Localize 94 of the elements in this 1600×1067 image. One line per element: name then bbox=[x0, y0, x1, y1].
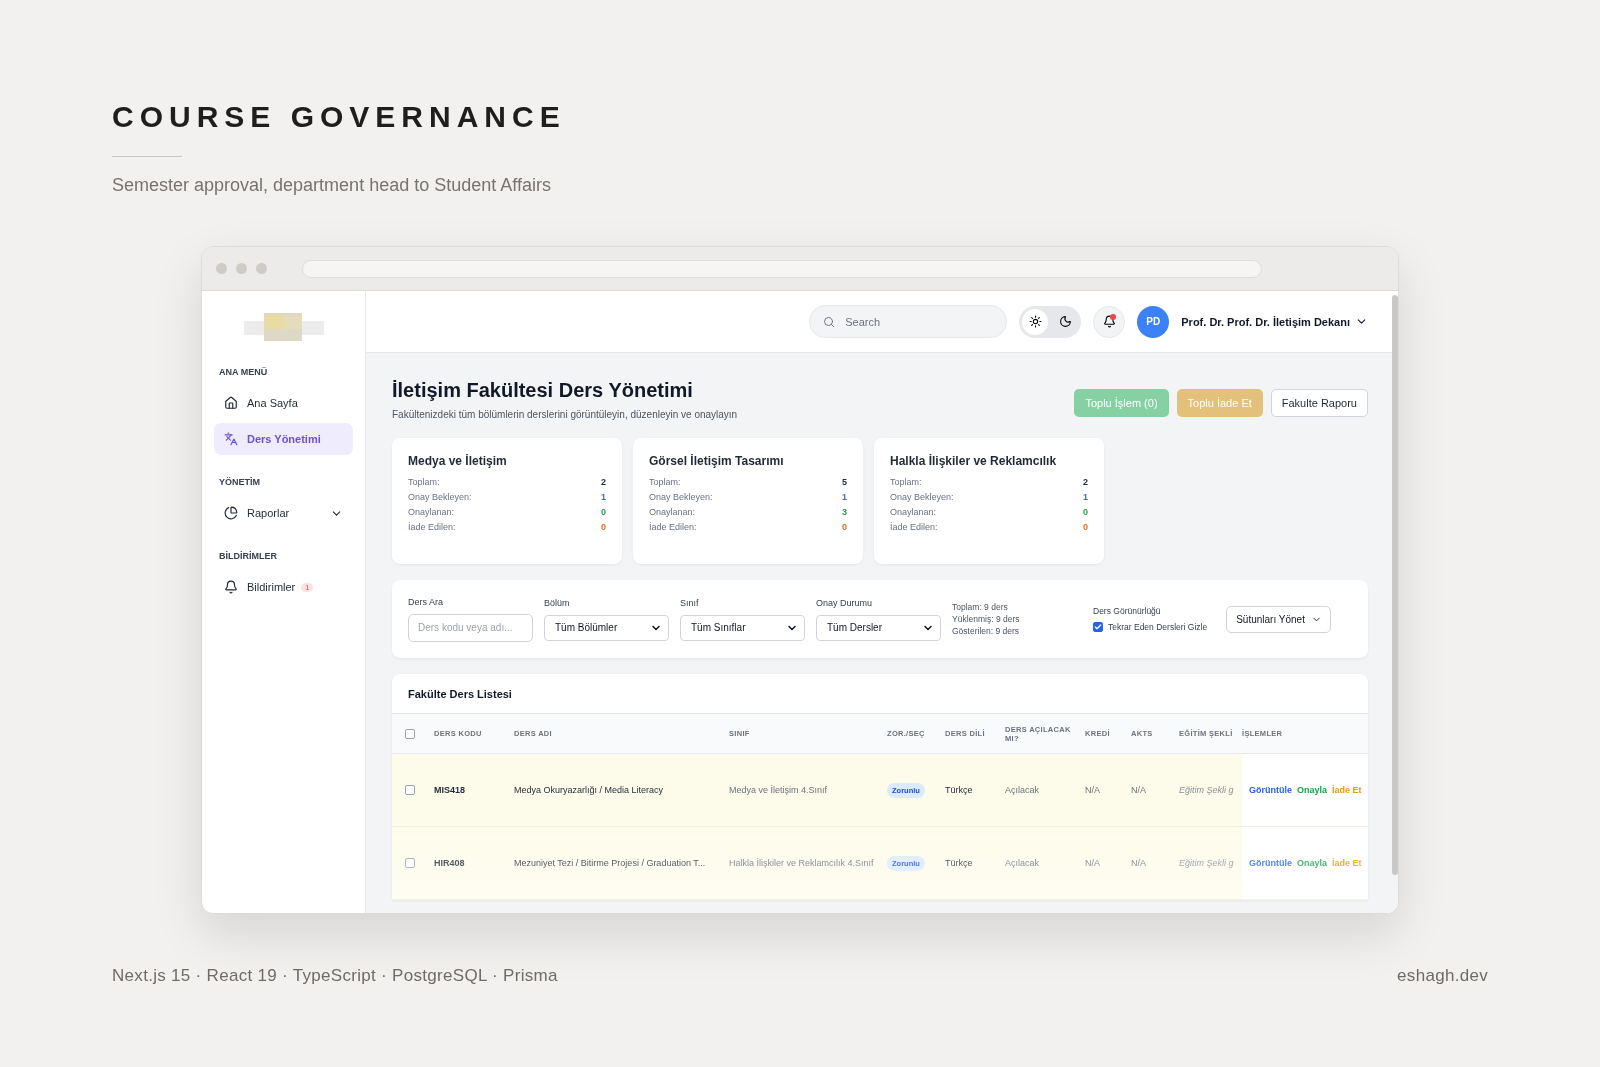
page-subtitle: Semester approval, department head to Student Affairs bbox=[112, 175, 552, 196]
stat-label: İade Edilen: bbox=[649, 522, 697, 532]
window-dot[interactable] bbox=[256, 263, 267, 274]
sidebar-item[interactable]: Raporlar bbox=[214, 497, 353, 529]
select-all-checkbox[interactable] bbox=[405, 728, 415, 739]
stat-value: 1 bbox=[601, 492, 606, 502]
count-text: Gösterilen: 9 ders bbox=[952, 626, 1021, 636]
window-dot[interactable] bbox=[236, 263, 247, 274]
table-cell-text: Açılacak bbox=[1005, 858, 1040, 868]
notification-button[interactable] bbox=[1093, 305, 1126, 338]
table-cell-text: Medya Okuryazarlığı / Media Literacy bbox=[514, 785, 665, 795]
select-field[interactable]: Tüm Bölümler bbox=[544, 614, 669, 641]
sidebar-item[interactable]: Ana Sayfa bbox=[214, 387, 353, 419]
stat-label: Onaylanan: bbox=[890, 507, 937, 517]
stat-value: 0 bbox=[601, 507, 606, 517]
table-cell-text: Medya ve İletişim 4.Sınıf bbox=[729, 785, 829, 795]
field-label: Bölüm bbox=[544, 597, 571, 608]
home-icon bbox=[224, 396, 238, 410]
table-cell-text: MIS418 bbox=[434, 785, 467, 795]
stat-value: 3 bbox=[842, 507, 847, 517]
checkbox-label: Tekrar Eden Dersleri Gizle bbox=[1108, 622, 1208, 632]
stat-value: 2 bbox=[1083, 477, 1088, 487]
search-field[interactable]: Search bbox=[809, 305, 1008, 338]
page-title: COURSE GOVERNANCE bbox=[112, 100, 567, 134]
table-cell-text: Eğitim Şekli g bbox=[1179, 785, 1235, 795]
stat-value: 1 bbox=[842, 492, 847, 502]
stat-label: Onay Bekleyen: bbox=[890, 492, 954, 502]
stat-value: 0 bbox=[601, 522, 606, 532]
bell-icon bbox=[1102, 315, 1116, 328]
table-cell-text: Türkçe bbox=[945, 858, 974, 868]
stat-label: İade Edilen: bbox=[408, 522, 456, 532]
count-text: Toplam: 9 ders bbox=[952, 602, 1009, 612]
stat-label: Onaylanan: bbox=[649, 507, 696, 517]
select-field[interactable]: Tüm Sınıflar bbox=[680, 614, 805, 641]
stat-value: 2 bbox=[601, 477, 606, 487]
table-cell-text: N/A bbox=[1085, 858, 1101, 868]
stat-value: 1 bbox=[1083, 492, 1088, 502]
stat-value: 0 bbox=[1083, 522, 1088, 532]
card-title: Medya ve İletişim bbox=[408, 454, 508, 468]
site-credit: eshagh.dev bbox=[1397, 966, 1488, 986]
table-cell-text: Türkçe bbox=[945, 785, 974, 795]
user-menu[interactable]: Prof. Dr. Prof. Dr. İletişim Dekanı bbox=[1181, 315, 1368, 328]
row-checkbox[interactable] bbox=[405, 858, 415, 868]
stat-label: Toplam: bbox=[649, 477, 681, 487]
card-title: Görsel İletişim Tasarımı bbox=[649, 454, 785, 468]
table-cell-text: Açılacak bbox=[1005, 785, 1040, 795]
page-description: Fakültenizdeki tüm bölümlerin derslerini görüntüleyin, düzenleyin ve onaylayın bbox=[392, 409, 738, 420]
columns-button[interactable]: Sütunları Yönet bbox=[1226, 605, 1331, 633]
table-cell-text: Halkla İlişkiler ve Reklamcılık 4.Sınıf bbox=[729, 858, 875, 868]
tech-stack-text: Next.js 15 · React 19 · TypeScript · PostgreSQL · Prisma bbox=[112, 966, 558, 986]
field-label: Ders Ara bbox=[408, 596, 444, 607]
stat-value: 5 bbox=[842, 477, 847, 487]
table-cell-text: N/A bbox=[1131, 858, 1147, 868]
stat-value: 0 bbox=[1083, 507, 1088, 517]
section-label: BİLDİRİMLER bbox=[219, 551, 278, 561]
scrollbar[interactable] bbox=[1392, 295, 1398, 875]
field-label: Onay Durumu bbox=[816, 597, 874, 608]
language-icon bbox=[224, 432, 238, 446]
stat-label: Toplam: bbox=[408, 477, 440, 487]
action-button[interactable]: Fakulte Raporu bbox=[1270, 389, 1368, 417]
count-text: Yüklenmiş: 9 ders bbox=[952, 614, 1021, 624]
page-heading: İletişim Fakültesi Ders Yönetimi bbox=[392, 379, 694, 402]
row-action-link[interactable]: Görüntüle bbox=[1249, 858, 1292, 868]
pie-chart-icon bbox=[224, 506, 238, 520]
stat-label: Onay Bekleyen: bbox=[408, 492, 472, 502]
moon-icon bbox=[1058, 315, 1072, 328]
card-title: Halkla İlişkiler ve Reklamcılık bbox=[890, 454, 1058, 468]
checkbox[interactable] bbox=[1093, 622, 1103, 632]
sidebar-item[interactable]: Ders Yönetimi bbox=[214, 423, 353, 455]
stat-value: 0 bbox=[842, 522, 847, 532]
table-cell-text: N/A bbox=[1131, 785, 1147, 795]
stat-label: Toplam: bbox=[890, 477, 922, 487]
section-label: YÖNETİM bbox=[219, 477, 261, 487]
search-icon bbox=[823, 316, 836, 328]
row-action-link[interactable]: Onayla bbox=[1297, 785, 1327, 795]
table-cell-text: N/A bbox=[1085, 785, 1101, 795]
field-label: Ders Görünürlüğü bbox=[1093, 606, 1162, 616]
table-cell-text: HIR408 bbox=[434, 858, 466, 868]
sun-icon bbox=[1028, 315, 1042, 328]
window-dot[interactable] bbox=[216, 263, 227, 274]
table-cell-text: Eğitim Şekli g bbox=[1179, 858, 1235, 868]
theme-button[interactable] bbox=[1022, 308, 1049, 335]
field-label: Sınıf bbox=[680, 597, 700, 608]
section-label: ANA MENÜ bbox=[219, 367, 269, 377]
row-checkbox[interactable] bbox=[405, 785, 415, 795]
stat-label: Onaylanan: bbox=[408, 507, 455, 517]
bell-icon bbox=[224, 580, 238, 594]
user-avatar[interactable]: PD bbox=[1137, 305, 1170, 338]
table-cell-text: Mezuniyet Tezi / Bitirme Projesi / Graduation T... bbox=[514, 858, 707, 868]
stat-label: İade Edilen: bbox=[890, 522, 938, 532]
select-field[interactable]: Tüm Dersler bbox=[816, 614, 941, 641]
course-search-field[interactable]: Ders kodu veya adı... bbox=[408, 613, 533, 642]
row-action-link[interactable]: Görüntüle bbox=[1249, 785, 1292, 795]
stat-label: Onay Bekleyen: bbox=[649, 492, 713, 502]
